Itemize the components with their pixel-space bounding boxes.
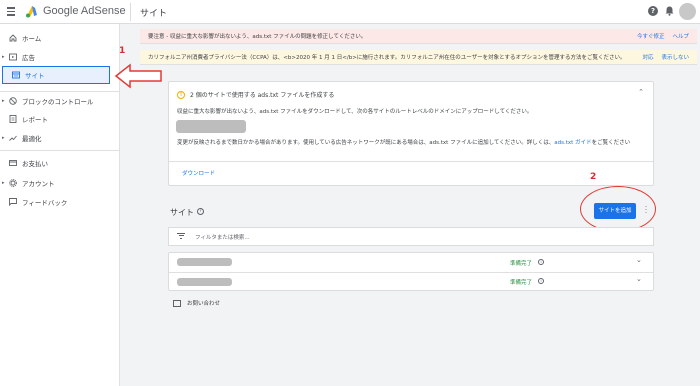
chevron-down-icon[interactable]: ⌄ — [636, 256, 642, 264]
add-site-button[interactable]: サイトを追加 — [594, 203, 636, 219]
sidebar-item-label: ブロックのコントロール — [22, 98, 94, 106]
contact-label: お問い合わせ — [187, 301, 221, 307]
help-link[interactable]: ヘルプ — [672, 32, 689, 40]
sites-section-title: サイト — [170, 208, 194, 217]
ccpa-notice-banner: カリフォルニア州消費者プライバシー法（CCPA）は、<b>2020 年 1 月 … — [140, 50, 697, 65]
fix-now-link[interactable]: 今すぐ修正 — [637, 32, 665, 40]
site-list: 準備完了 i ⌄ 準備完了 i ⌄ — [168, 252, 654, 291]
more-vert-icon[interactable]: · · · — [643, 204, 649, 217]
card-divider — [169, 161, 653, 162]
banner-text: カリフォルニア州消費者プライバシー法（CCPA）は、<b>2020 年 1 月 … — [148, 55, 626, 61]
sidebar-item-label: フィードバック — [22, 199, 68, 207]
chevron-down-icon[interactable]: ⌄ — [636, 275, 642, 283]
sidebar-item-account[interactable]: ▸ アカウント — [0, 175, 120, 191]
sidebar-item-feedback[interactable]: フィードバック — [0, 194, 120, 210]
menu-icon[interactable] — [7, 7, 15, 16]
sidebar-item-home[interactable]: ホーム — [0, 30, 120, 46]
annotation-number-1: 1 — [119, 46, 126, 56]
sidebar-item-label: レポート — [22, 116, 48, 124]
feedback-icon — [9, 198, 17, 206]
avatar[interactable] — [679, 3, 696, 20]
sidebar: ホーム ▸ 広告 サイト ▸ ブロックのコントロール レポート ▸ 最適化 お支… — [0, 24, 120, 386]
redacted-site-url — [177, 258, 232, 266]
home-icon — [9, 34, 17, 42]
adsense-logo-icon — [26, 6, 37, 18]
adstxt-card-header[interactable]: ! 2 個のサイトで使用する ads.txt ファイルを作成する — [177, 90, 334, 99]
warning-icon: ! — [177, 90, 185, 99]
page-title: サイト — [140, 9, 168, 19]
report-icon — [9, 115, 17, 123]
download-link[interactable]: ダウンロード — [182, 169, 215, 177]
sidebar-item-payments[interactable]: お支払い — [0, 155, 120, 171]
site-status: 準備完了 — [510, 261, 533, 267]
sites-icon — [12, 71, 20, 79]
chat-icon — [173, 299, 181, 307]
filter-bar: フィルタまたは検索... — [168, 227, 654, 246]
sidebar-item-label: アカウント — [22, 180, 55, 188]
sidebar-item-label: 広告 — [22, 54, 35, 62]
sidebar-divider — [0, 150, 120, 151]
adstxt-body-text-2: 変更が反映されるまで数日かかる場合があります。使用している広告ネットワークが既に… — [177, 140, 631, 146]
sidebar-item-label: サイト — [25, 72, 45, 80]
top-app-bar: Google AdSense サイト ? — [0, 0, 700, 24]
adstxt-guide-link[interactable]: ads.txt ガイド — [554, 140, 591, 146]
info-icon[interactable]: i — [538, 259, 544, 265]
contact-link[interactable]: お問い合わせ — [173, 299, 220, 307]
sidebar-item-label: ホーム — [22, 35, 42, 43]
ads-icon — [9, 53, 17, 61]
payments-icon — [9, 159, 17, 167]
annotation-number-2: 2 — [590, 172, 597, 182]
site-status: 準備完了 — [510, 280, 533, 286]
sidebar-item-label: お支払い — [22, 160, 48, 168]
app-name: Google AdSense — [43, 5, 126, 17]
red-arrow-icon — [114, 63, 162, 89]
info-icon[interactable]: i — [538, 278, 544, 284]
banner-text: 要注意 - 収益に重大な影響が出ないよう、ads.txt ファイルの問題を修正し… — [148, 34, 367, 40]
row-divider — [169, 272, 653, 273]
block-icon — [9, 97, 17, 105]
optimize-icon — [9, 134, 17, 142]
dismiss-link[interactable]: 表示しない — [661, 53, 689, 61]
adstxt-card-title: 2 個のサイトで使用する ads.txt ファイルを作成する — [190, 92, 335, 99]
filter-input[interactable]: フィルタまたは検索... — [195, 233, 250, 241]
adstxt-warning-banner: 要注意 - 収益に重大な影響が出ないよう、ads.txt ファイルの問題を修正し… — [140, 29, 697, 44]
account-icon — [9, 179, 17, 187]
respond-link[interactable]: 対応 — [642, 53, 653, 61]
redacted-site-url — [177, 278, 232, 286]
sidebar-item-label: 最適化 — [22, 135, 42, 143]
help-icon[interactable]: ? — [648, 6, 658, 16]
sidebar-item-optimization[interactable]: ▸ 最適化 — [0, 130, 120, 146]
sidebar-divider — [0, 91, 120, 92]
sidebar-item-ads[interactable]: ▸ 広告 — [0, 49, 120, 65]
sidebar-item-reports[interactable]: レポート — [0, 111, 120, 127]
sidebar-item-block-controls[interactable]: ▸ ブロックのコントロール — [0, 93, 120, 109]
bell-icon[interactable] — [665, 6, 674, 16]
adstxt-card: ! 2 個のサイトで使用する ads.txt ファイルを作成する ⌃ 収益に重大… — [168, 81, 654, 186]
chevron-up-icon[interactable]: ⌃ — [638, 88, 644, 96]
sidebar-item-sites[interactable]: サイト — [2, 66, 110, 84]
adstxt-body-text: 収益に重大な影響が出ないよう、ads.txt ファイルをダウンロードして、次の各… — [177, 109, 533, 115]
help-circle-icon[interactable]: ? — [197, 208, 204, 215]
redacted-site-url — [176, 120, 246, 133]
header-divider — [130, 3, 131, 21]
filter-icon[interactable] — [177, 232, 185, 241]
